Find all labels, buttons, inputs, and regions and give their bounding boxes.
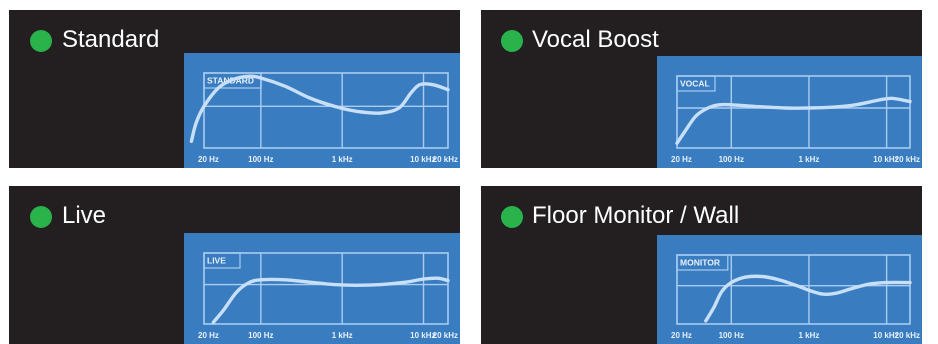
status-indicator-icon <box>501 30 523 52</box>
preset-title: Standard <box>62 26 160 53</box>
preset-floor-monitor-wall[interactable]: Floor Monitor / Wall 20 Hz 100 Hz 1 kHz 10 … <box>481 186 922 344</box>
eq-curve-graph: 20 Hz 100 Hz 1 kHz 10 kHz 20 kHz MONITOR <box>657 235 922 344</box>
freq-tick-label: 20 kHz <box>433 155 458 164</box>
freq-tick-label: 100 Hz <box>719 155 744 164</box>
freq-tick-label: 1 kHz <box>332 331 353 340</box>
freq-tick-label: 100 Hz <box>248 331 273 340</box>
freq-tick-label: 1 kHz <box>799 331 820 340</box>
freq-tick-label: 100 Hz <box>248 155 273 164</box>
freq-tick-label: 1 kHz <box>332 155 353 164</box>
grid-frame <box>676 75 911 149</box>
eq-curve-line <box>675 96 912 145</box>
preset-live[interactable]: Live 20 Hz 100 Hz 1 kHz 10 kHz 20 kHz LIVE <box>9 186 460 344</box>
freq-tick-label: 1 kHz <box>799 155 820 164</box>
eq-curve-chart: 20 Hz 100 Hz 1 kHz 10 kHz20 kHzSTANDARD <box>189 72 458 164</box>
freq-tick-label: 20 Hz <box>198 155 219 164</box>
status-indicator-icon <box>501 206 523 228</box>
eq-curve-graph: 20 Hz 100 Hz 1 kHz 10 kHz 20 kHz LIVE <box>184 233 460 344</box>
eq-curve-graph: 20 Hz 100 Hz 1 kHz 10 kHz 20 kHz VOCAL <box>657 56 922 168</box>
preset-title: Vocal Boost <box>532 26 659 53</box>
status-indicator-icon <box>30 206 52 228</box>
preset-title: Live <box>62 202 107 229</box>
preset-vocal-boost[interactable]: Vocal Boost 20 Hz 100 Hz 1 kHz 10 kHz 20 kHz… <box>481 10 922 168</box>
freq-tick-label: 20 kHz <box>895 331 920 340</box>
freq-tick-label: 20 Hz <box>671 331 692 340</box>
preset-graph-label: LIVE <box>207 256 226 266</box>
freq-tick-label: 20 Hz <box>671 155 692 164</box>
eq-curve-chart: 20 Hz 100 Hz 1 kHz 10 kHz20 kHzLIVE <box>198 252 458 340</box>
eq-curve-line <box>189 74 450 143</box>
freq-tick-label: 20 kHz <box>433 331 458 340</box>
freq-tick-label: 20 Hz <box>198 331 219 340</box>
freq-tick-label: 100 Hz <box>719 331 744 340</box>
eq-curve-graph: 20 Hz 100 Hz 1 kHz 10 kHz 20 kHz STANDARD <box>184 53 460 168</box>
preset-title: Floor Monitor / Wall <box>532 202 740 229</box>
preset-standard[interactable]: Standard 20 Hz 100 Hz 1 kHz 10 kHz 20 kHz STA… <box>9 10 460 168</box>
status-indicator-icon <box>30 30 52 52</box>
preset-graph-label: VOCAL <box>680 79 710 89</box>
eq-curve-chart: 20 Hz 100 Hz 1 kHz 10 kHz20 kHzMONITOR <box>671 254 920 340</box>
freq-tick-label: 20 kHz <box>895 155 920 164</box>
eq-curve-line <box>704 274 912 323</box>
preset-graph-label: MONITOR <box>680 258 720 268</box>
eq-curve-chart: 20 Hz 100 Hz 1 kHz 10 kHz20 kHzVOCAL <box>671 75 920 164</box>
